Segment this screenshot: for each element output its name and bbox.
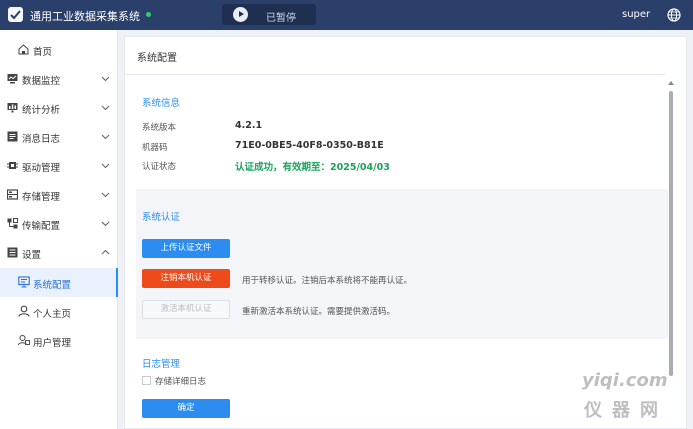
top-bar: 通用工业数据采集系统 已暂停 super [0, 0, 693, 30]
system-config-icon [18, 276, 30, 288]
page-title: 系统配置 [137, 53, 177, 64]
run-status-label: 已暂停 [266, 13, 296, 24]
revoke-auth-button[interactable]: 注销本机认证 [142, 269, 230, 288]
log-section-title: 日志管理 [142, 359, 181, 370]
log-icon [7, 131, 18, 142]
info-label-auth-status: 认证状态 [142, 162, 177, 172]
globe-icon[interactable] [667, 8, 681, 22]
app-logo-icon [8, 7, 23, 22]
storage-icon [7, 189, 18, 200]
driver-icon [7, 162, 18, 169]
transfer-icon [7, 218, 18, 229]
chevron-down-icon [101, 105, 110, 111]
sidebar-item-transfer[interactable]: 传输配置 [0, 209, 118, 238]
chart-icon [7, 103, 18, 113]
chevron-down-icon [101, 134, 110, 140]
detail-log-checkbox[interactable] [142, 376, 151, 385]
scroll-up-arrow-icon[interactable] [668, 81, 674, 85]
chevron-down-icon [101, 192, 110, 198]
sidebar-item-monitor[interactable]: 数据监控 [0, 64, 118, 93]
sidebar-item-home[interactable]: 首页 [0, 35, 118, 64]
confirm-button[interactable]: 确定 [142, 399, 230, 418]
sidebar-item-settings[interactable]: 设置 [0, 238, 118, 267]
title-divider [125, 74, 665, 75]
chevron-down-icon [101, 221, 110, 227]
username[interactable]: super [622, 9, 650, 20]
auth-section-title: 系统认证 [142, 212, 181, 223]
scrollbar[interactable] [667, 81, 675, 426]
activate-auth-button[interactable]: 激活本机认证 [142, 300, 230, 319]
sidebar-subitem-user-management[interactable]: 用户管理 [0, 326, 118, 355]
info-label-version: 系统版本 [142, 123, 177, 133]
user-icon [18, 305, 30, 317]
sidebar-subitem-system-config[interactable]: 系统配置 [0, 268, 118, 297]
chevron-up-icon [101, 249, 110, 255]
status-dot-icon [146, 12, 151, 17]
sidebar-item-drivers[interactable]: 驱动管理 [0, 151, 118, 180]
sidebar-item-storage[interactable]: 存储管理 [0, 180, 118, 209]
chevron-down-icon [101, 76, 110, 82]
play-icon [233, 7, 248, 22]
settings-icon [7, 247, 18, 258]
main-panel: 系统配置 系统信息 系统版本 4.2.1 机器码 71E0-0BE5-40F8-… [124, 36, 687, 429]
monitor-icon [7, 74, 18, 84]
sidebar-item-logs[interactable]: 消息日志 [0, 122, 118, 151]
info-value-machine-code: 71E0-0BE5-40F8-0350-B81E [235, 140, 384, 151]
revoke-auth-note: 用于转移认证。注销后本系统将不能再认证。 [242, 276, 413, 286]
app-title: 通用工业数据采集系统 [30, 10, 140, 23]
sidebar-item-statistics[interactable]: 统计分析 [0, 93, 118, 122]
sidebar-subitem-profile[interactable]: 个人主页 [0, 297, 118, 326]
detail-log-label[interactable]: 存储详细日志 [155, 375, 206, 387]
info-value-auth-status: 认证成功，有效期至：2025/04/03 [235, 162, 390, 173]
info-label-machine-code: 机器码 [142, 143, 168, 153]
info-value-version: 4.2.1 [235, 120, 263, 131]
auth-panel: 系统认证 上传认证文件 注销本机认证 用于转移认证。注销后本系统将不能再认证。 … [136, 189, 668, 339]
system-info-title: 系统信息 [142, 98, 181, 109]
activate-auth-note: 重新激活本系统认证。需要提供激活码。 [242, 307, 396, 317]
scroll-thumb[interactable] [669, 91, 673, 376]
sidebar: 首页 数据监控 统计分析 消息日志 驱动管理 存储管理 传输配置 设置 系统配置 [0, 30, 118, 429]
home-icon [18, 44, 29, 55]
upload-auth-file-button[interactable]: 上传认证文件 [142, 239, 230, 258]
chevron-down-icon [101, 163, 110, 169]
run-toggle-button[interactable]: 已暂停 [222, 4, 316, 25]
users-icon [18, 335, 30, 346]
